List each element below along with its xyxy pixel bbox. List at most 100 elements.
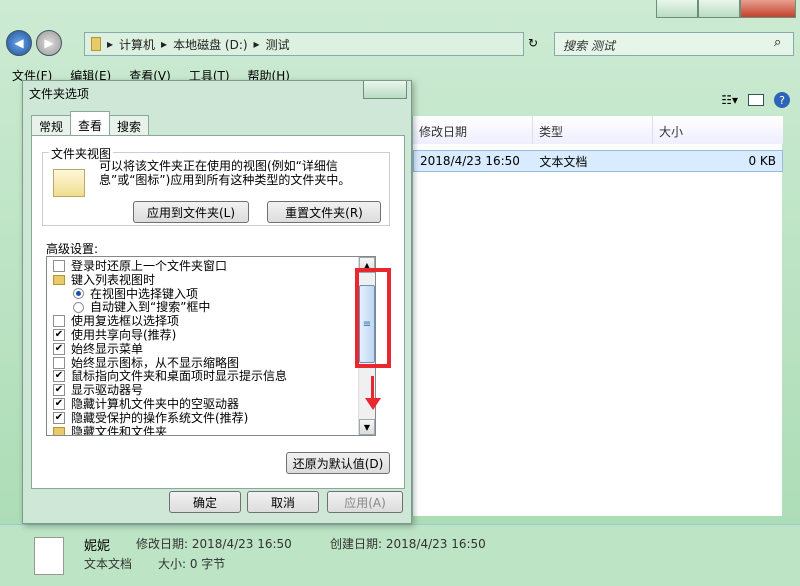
scrollbar-highlight-box (355, 268, 391, 368)
details-file-type: 文本文档 (84, 557, 133, 571)
view-options-icon[interactable]: ☷▾ (721, 93, 738, 107)
forward-button[interactable]: ▶ (36, 30, 62, 56)
details-modified: 修改日期: 2018/4/23 16:50 (136, 537, 292, 551)
minimize-button[interactable] (656, 0, 698, 18)
chevron-right-icon[interactable]: ▸ (254, 37, 260, 51)
scroll-down-arrow[interactable]: ▼ (359, 419, 375, 435)
back-button[interactable]: ◀ (6, 30, 32, 56)
setting-label: 隐藏受保护的操作系统文件(推荐) (71, 410, 249, 425)
checkbox-checked[interactable]: ✔ (53, 329, 65, 341)
setting-item[interactable]: 始终显示图标，从不显示缩略图 (53, 356, 239, 370)
setting-item[interactable]: ✔ 隐藏计算机文件夹中的空驱动器 (53, 397, 239, 411)
cancel-button[interactable]: 取消 (247, 491, 319, 513)
setting-item: 键入列表视图时 (53, 273, 155, 287)
setting-label: 登录时还原上一个文件夹窗口 (71, 259, 228, 273)
checkbox-checked[interactable]: ✔ (53, 398, 65, 410)
close-button[interactable] (740, 0, 796, 18)
checkbox-checked[interactable]: ✔ (53, 384, 65, 397)
scroll-down-indicator-arrow (371, 376, 374, 400)
advanced-settings-label: 高级设置: (46, 242, 99, 256)
maximize-button[interactable] (698, 0, 740, 18)
address-bar[interactable]: ▸ 计算机 ▸ 本地磁盘 (D:) ▸ 测试 (84, 32, 524, 56)
folder-icon (53, 426, 65, 435)
breadcrumb-folder[interactable]: 测试 (266, 36, 290, 53)
breadcrumb-computer[interactable]: 计算机 (119, 36, 155, 53)
file-row[interactable]: 2018/4/23 16:50 文本文档 0 KB (413, 150, 783, 172)
details-size: 大小: 0 字节 (158, 557, 226, 571)
dialog-close-button[interactable] (363, 81, 407, 99)
search-input[interactable]: 搜索 测试 (554, 32, 794, 56)
radio-selected[interactable] (73, 288, 84, 300)
reset-folders-button[interactable]: 重置文件夹(R) (267, 201, 381, 223)
setting-label: 隐藏计算机文件夹中的空驱动器 (71, 397, 240, 411)
column-date[interactable]: 修改日期 (413, 116, 533, 144)
setting-item[interactable]: ✔ 隐藏受保护的操作系统文件(推荐) (53, 411, 248, 425)
setting-item[interactable]: ✔ 显示驱动器号 (53, 383, 143, 397)
scroll-down-indicator-arrowhead (365, 398, 381, 410)
folder-views-group: 文件夹视图 可以将该文件夹正在使用的视图(例如“详细信息”或“图标”)应用到所有… (42, 145, 390, 226)
refresh-icon[interactable]: ↻ (528, 36, 538, 50)
file-list-pane: 修改日期 类型 大小 2018/4/23 16:50 文本文档 0 KB (412, 116, 783, 516)
checkbox-checked[interactable]: ✔ (53, 411, 65, 424)
file-date: 2018/4/23 16:50 (420, 154, 520, 168)
checkbox-unchecked[interactable] (53, 356, 65, 369)
dialog-tabs: 常规 查看 搜索 (31, 111, 150, 135)
setting-label: 始终显示图标，从不显示缩略图 (71, 355, 240, 370)
column-size[interactable]: 大小 (653, 116, 783, 144)
search-icon[interactable]: ⌕ (774, 35, 781, 50)
tab-search[interactable]: 搜索 (109, 115, 150, 135)
setting-item[interactable]: 自动键入到“搜索”框中 (73, 300, 210, 314)
tab-view[interactable]: 查看 (70, 111, 111, 135)
setting-item[interactable]: 登录时还原上一个文件夹窗口 (53, 259, 227, 273)
details-file-name: 妮妮 (84, 539, 111, 554)
setting-label: 使用共享向导(推荐) (71, 328, 177, 342)
details-pane: 妮妮 文本文档 修改日期: 2018/4/23 16:50 大小: 0 字节 创… (0, 524, 800, 586)
setting-item[interactable]: ✔ 使用共享向导(推荐) (53, 328, 176, 342)
restore-defaults-button[interactable]: 还原为默认值(D) (286, 452, 390, 474)
preview-pane-icon[interactable] (748, 94, 764, 106)
checkbox-unchecked[interactable] (53, 315, 65, 328)
setting-item[interactable]: 使用复选框以选择项 (53, 314, 179, 328)
apply-to-folders-button[interactable]: 应用到文件夹(L) (133, 201, 249, 223)
navigation-bar: ◀ ▶ ▸ 计算机 ▸ 本地磁盘 (D:) ▸ 测试 ↻ 搜索 测试 ⌕ (6, 30, 796, 58)
setting-label: 显示驱动器号 (71, 383, 144, 398)
setting-label: 在视图中选择键入项 (90, 286, 199, 301)
window-caption-buttons (656, 0, 796, 18)
file-type: 文本文档 (539, 154, 588, 169)
folder-icon (91, 37, 101, 51)
help-icon[interactable]: ? (774, 92, 790, 108)
chevron-right-icon[interactable]: ▸ (161, 37, 167, 51)
setting-label: 鼠标指向文件夹和桌面项时显示提示信息 (71, 369, 288, 384)
setting-item[interactable]: ✔ 始终显示菜单 (53, 342, 143, 356)
checkbox-unchecked[interactable] (53, 260, 65, 272)
radio-unselected[interactable] (73, 301, 84, 313)
advanced-settings-list[interactable]: 登录时还原上一个文件夹窗口 键入列表视图时 在视图中选择键入项 自动键入到“搜索”框中… (46, 256, 376, 436)
apply-button[interactable]: 应用(A) (327, 491, 403, 513)
ok-button[interactable]: 确定 (169, 491, 241, 513)
setting-label: 始终显示菜单 (71, 341, 144, 356)
setting-label: 自动键入到“搜索”框中 (90, 300, 211, 315)
setting-label: 隐藏文件和文件夹 (71, 424, 168, 436)
file-size: 0 KB (748, 154, 777, 168)
setting-item: 隐藏文件和文件夹 (53, 424, 168, 436)
setting-label: 使用复选框以选择项 (71, 314, 180, 329)
folder-icon (53, 274, 65, 285)
setting-item[interactable]: 在视图中选择键入项 (73, 287, 198, 301)
chevron-right-icon[interactable]: ▸ (107, 37, 113, 51)
checkbox-checked[interactable]: ✔ (53, 342, 65, 355)
breadcrumb-drive[interactable]: 本地磁盘 (D:) (173, 36, 247, 53)
setting-item[interactable]: ✔ 鼠标指向文件夹和桌面项时显示提示信息 (53, 369, 287, 383)
folder-view-icon (53, 169, 85, 197)
view-tab-page: 文件夹视图 可以将该文件夹正在使用的视图(例如“详细信息”或“图标”)应用到所有… (31, 135, 405, 489)
tab-general[interactable]: 常规 (31, 115, 72, 135)
setting-label: 键入列表视图时 (71, 272, 156, 287)
folder-views-description: 可以将该文件夹正在使用的视图(例如“详细信息”或“图标”)应用到所有这种类型的文… (99, 159, 351, 187)
column-headers: 修改日期 类型 大小 (413, 116, 783, 144)
view-toolbar: ☷▾ ? (721, 92, 790, 108)
details-created: 创建日期: 2018/4/23 16:50 (330, 537, 486, 551)
dialog-title: 文件夹选项 (29, 87, 90, 101)
text-file-icon (34, 537, 64, 575)
column-type[interactable]: 类型 (533, 116, 653, 144)
checkbox-checked[interactable]: ✔ (53, 370, 65, 383)
folder-options-dialog: 文件夹选项 常规 查看 搜索 文件夹视图 可以将该文件夹正在使用的视图(例如“详… (22, 80, 412, 524)
